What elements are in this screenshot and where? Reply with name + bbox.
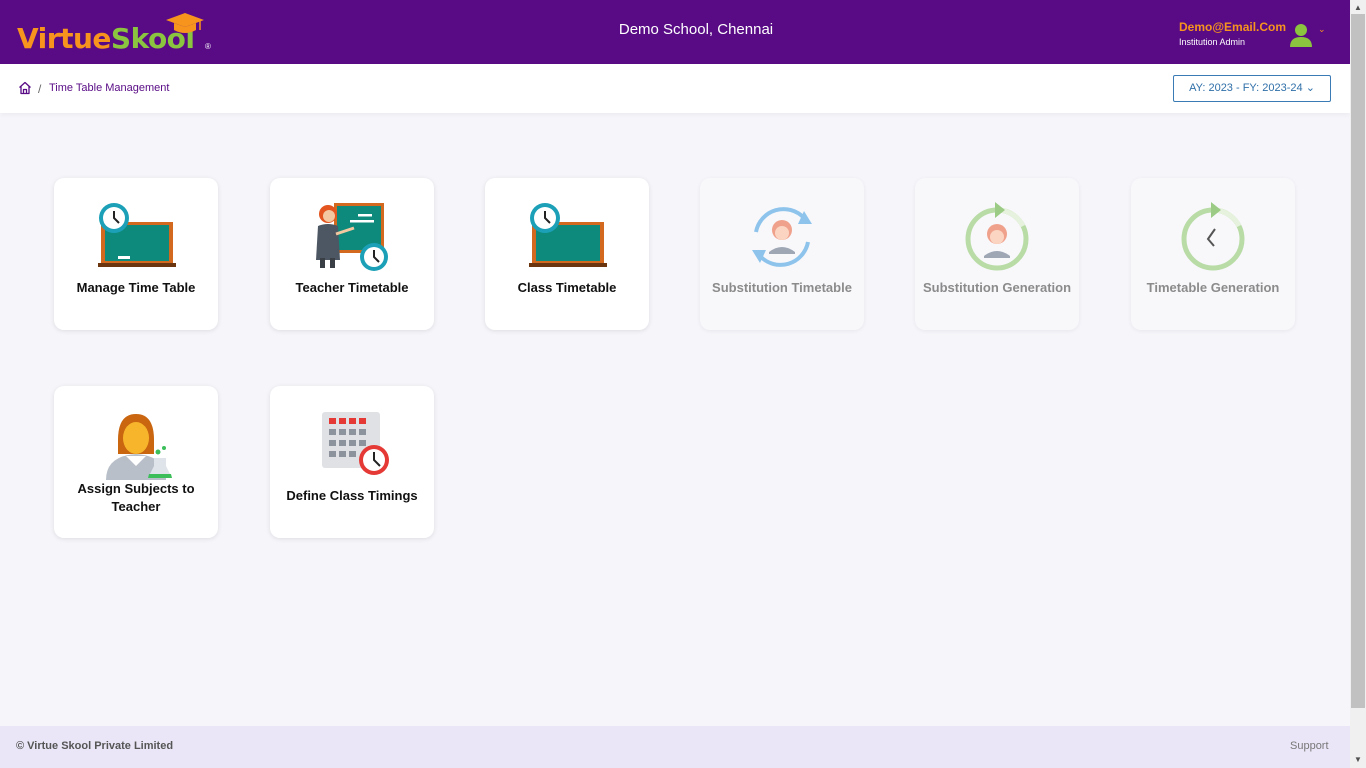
clock-board-icon xyxy=(529,203,607,267)
clock-board-icon xyxy=(98,203,176,267)
calendar-clock-icon xyxy=(322,412,389,475)
user-avatar-icon[interactable] xyxy=(1290,22,1312,48)
card-substitution-generation[interactable]: Substitution Generation xyxy=(915,178,1079,330)
teacher-flask-icon xyxy=(106,414,172,480)
card-class-timetable[interactable]: Class Timetable xyxy=(485,178,649,330)
card-assign-subjects-to-teacher[interactable]: Assign Subjects to Teacher xyxy=(54,386,218,538)
support-link[interactable]: Support xyxy=(1290,740,1329,752)
card-label: Substitution Generation xyxy=(922,280,1072,295)
clock-cycle-icon xyxy=(1181,202,1245,271)
card-manage-time-table[interactable]: Manage Time Table xyxy=(54,178,218,330)
user-email[interactable]: Demo@Email.Com xyxy=(1179,20,1286,34)
academic-year-select[interactable]: AY: 2023 - FY: 2023-24 ⌄ xyxy=(1173,75,1331,102)
card-label: Define Class Timings xyxy=(286,488,418,503)
top-header: VirtueSkool ® Demo School, Chennai Demo@… xyxy=(0,0,1350,64)
card-label: Timetable Generation xyxy=(1146,280,1280,295)
scrollbar-thumb[interactable] xyxy=(1351,14,1365,708)
substitution-cycle-icon xyxy=(752,207,812,267)
school-name: Demo School, Chennai xyxy=(618,21,774,38)
card-label: Teacher Timetable xyxy=(295,280,409,295)
card-label: Assign Subjects to Teacher xyxy=(77,481,195,514)
breadcrumb-separator: / xyxy=(38,82,42,96)
card-label: Manage Time Table xyxy=(76,280,196,295)
scroll-up-arrow-icon[interactable]: ▲ xyxy=(1354,3,1362,12)
user-role: Institution Admin xyxy=(1179,37,1246,47)
user-menu-chevron-icon[interactable]: ⌄ xyxy=(1318,24,1326,35)
card-label: Substitution Timetable xyxy=(712,280,852,295)
card-timetable-generation[interactable]: Timetable Generation xyxy=(1131,178,1295,330)
card-define-class-timings[interactable]: Define Class Timings xyxy=(270,386,434,538)
substitution-generation-icon xyxy=(965,202,1029,271)
teacher-board-icon xyxy=(316,203,388,271)
footer: © Virtue Skool Private Limited Support xyxy=(0,726,1350,768)
breadcrumb: / Time Table Management xyxy=(0,64,1350,113)
home-icon[interactable] xyxy=(18,81,32,95)
card-teacher-timetable[interactable]: Teacher Timetable xyxy=(270,178,434,330)
copyright-text: © Virtue Skool Private Limited xyxy=(16,740,174,752)
card-label: Class Timetable xyxy=(517,280,617,295)
breadcrumb-current: Time Table Management xyxy=(49,82,170,94)
scroll-down-arrow-icon[interactable]: ▼ xyxy=(1354,755,1362,764)
card-substitution-timetable[interactable]: Substitution Timetable xyxy=(700,178,864,330)
